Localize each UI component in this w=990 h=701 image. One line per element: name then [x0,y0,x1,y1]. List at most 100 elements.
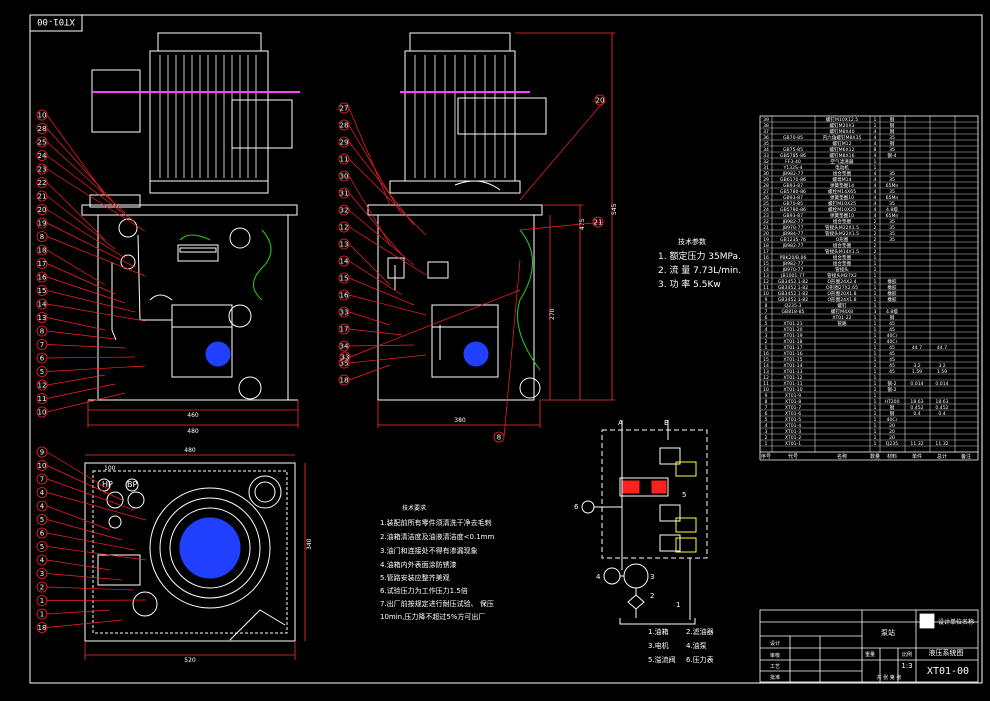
tech-req-line: 3.油门和连接处不得有渗漏现象 [380,546,478,555]
callout-21: 21 [519,216,604,231]
callout-label: 19 [38,220,47,228]
bom-cell-qty: 1 [874,393,877,399]
bom-cell-w1: 0.4 [913,411,920,417]
bom-cell-mat: 钢 [890,122,895,129]
callout-label: 7 [40,341,44,349]
bom-cell-no: 18 [763,243,769,249]
callout-label: 22 [38,179,47,187]
bom-cell-w1: 1.59 [912,369,922,375]
bom-cell-name: O形圈 [836,236,849,243]
bom-cell-no: 27 [763,189,769,195]
relief-valve-yellow-3 [675,537,697,553]
bom-cell-qty: 1 [874,321,877,327]
bom-cell-no: 11 [763,381,769,387]
callout-10: 10 [36,392,126,418]
tech-req-line: 10min,压力降不超过5%方可出厂 [380,612,485,621]
bom-cell-no: 25 [763,201,769,207]
callout-label: 16 [38,274,47,282]
bom-cell-qty: 4 [874,183,877,189]
bom-cell-mat: 钢-2 [887,380,896,387]
title-scale: 1:3 [901,662,912,670]
bom-cell-mat: 橡胶 [887,290,897,297]
bom-row: 17 管接头M14X1.5 2 [763,248,876,255]
callout-8: 8 [36,325,116,340]
callout-label: 17 [340,326,349,334]
side-coupling-curve [454,180,501,191]
bom-cell-no: 37 [763,129,769,135]
bom-cell-no: 3 [765,333,768,339]
bom-cell-name: 组合垫圈 [833,218,852,225]
bom-cell-code: XT01-16 [783,351,802,357]
bom-row: 28 GB93-87 弹簧垫圈14 4 65Mn [763,182,898,189]
bom-cell-name: 螺栓M14X65 [828,188,856,195]
bom-cell-mat: 35 [889,225,895,231]
callout-14: 14 [36,298,146,322]
bom-cell-no: 12 [763,375,769,381]
plan-valve-3 [108,515,122,529]
bom-cell-code: JB982-77 [782,243,804,249]
bom-cell-mat: 钢-4 [887,152,896,159]
callout-11: 11 [338,153,427,236]
callout-label: 33 [341,354,350,362]
bom-header-cell: 备注 [961,453,971,460]
bom-cell-mat: 45 [889,357,895,363]
bom-cell-mat: 钢 [890,404,895,411]
drawing-svg: XT01-00 460 480 380 545 270 HP BP 520 48… [29,14,983,684]
bom-cell-no: 16 [763,351,769,357]
bom-cell-qty: 1 [874,363,877,369]
bom-cell-qty: 1 [874,255,877,261]
bom-cell-no: 23 [763,213,769,219]
bom-cell-mat: 35 [889,189,895,195]
callout-label: 12 [38,382,47,390]
tank-body [97,214,289,401]
bom-cell-code: JB1001-77 [780,273,805,279]
callout-label: 20 [38,206,47,214]
bom-cell-name: 组合垫圈 [833,170,852,177]
cad-drawing-canvas[interactable]: XT01-00 460 480 380 545 270 HP BP 520 48… [0,0,990,697]
bom-cell-qty: 1 [874,291,877,297]
bom-cell-qty: 2 [874,225,877,231]
bom-cell-code: XT01-15 [783,357,802,363]
bom-cell-mat: 35 [889,219,895,225]
bom-cell-code: XT01-2 [785,435,801,441]
front-view [81,32,300,401]
bom-row: 36 GB70-85 内六角螺钉M8X35 4 35 [763,134,895,141]
callout-label: 23 [38,166,47,174]
bom-cell-name: O形圈24X2.4 [827,278,856,285]
bom-cell-no: 9 [765,393,768,399]
bom-cell-no: 5 [765,417,768,423]
bom-row: 11 GB3452.1-82 O形圈27X2.65 1 橡胶 [763,284,897,291]
bom-row: 6 XT01-22 1 钢 [765,314,895,321]
side-terminal-box [457,97,547,135]
bom-cell-no: 14 [763,267,769,273]
bom-cell-qty: 2 [874,249,877,255]
bom-cell-no: 8 [765,399,768,405]
bom-cell-qty: 1 [874,381,877,387]
bom-header-cell: 代号 [788,453,798,460]
bom-cell-qty: 4 [874,129,877,135]
tech-param-2: 2. 流 量 7.73L/min. [658,264,741,276]
callout-label: 4 [40,557,45,565]
bom-cell-name: 螺钉 [837,302,847,309]
bom-cell-mat: 40Cr [887,417,898,423]
legend-item: 1.油箱 [648,627,669,636]
callout-18: 18 [36,619,123,633]
callout-label: 30 [340,173,349,181]
callout-9: 9 [36,446,111,491]
callout-label: 6 [40,530,45,538]
bom-cell-code: JB982-77 [782,261,804,267]
bom-cell-code: GB93-87 [783,195,803,201]
tech-req-line: 4.油箱内外表面涂防锈漆 [380,560,457,569]
callout-label: 7 [40,476,44,484]
bill-of-materials: 39 螺钉M10X12.5 1 钢38 螺钉M20X3 1 钢37 螺钉M8X40 4 钢36 GB… [759,115,979,461]
bom-cell-qty: 1 [874,423,877,429]
side-tank [377,214,535,401]
bom-cell-no: 21 [763,225,769,231]
bom-row: 7 GB818-85 螺钉M4X8 3 4.8级 [765,308,899,315]
bom-cell-no: 14 [763,363,769,369]
bom-cell-code: XT01-11 [783,381,802,387]
bom-cell-name: 内六角螺钉M8X35 [823,134,862,141]
bom-cell-mat: 橡胶 [887,278,897,285]
bom-cell-code: XT01-7 [785,405,801,411]
pipe-3 [111,262,117,341]
